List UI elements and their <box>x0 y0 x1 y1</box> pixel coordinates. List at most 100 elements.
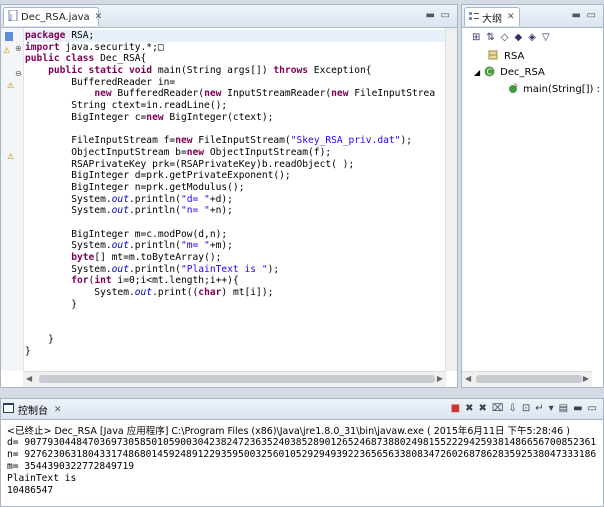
code-token: import <box>25 41 60 53</box>
scroll-right-icon[interactable]: ▶ <box>437 374 443 383</box>
view-menu-icon[interactable]: ▽ <box>542 32 550 43</box>
terminate-icon[interactable]: ■ <box>451 403 460 414</box>
code-line[interactable]: for(int i=0;i<mt.length;i++){ <box>25 275 445 287</box>
code-line[interactable]: System.out.println("n= "+n); <box>25 205 445 217</box>
code-editor[interactable]: package RSA; import java.security.*;□ publ… <box>25 30 445 369</box>
outline-tab[interactable]: 大纲 ✕ <box>464 7 520 26</box>
code-token: Exception{ <box>308 65 372 77</box>
code-token: InputStreamReader( <box>221 88 332 100</box>
hide-fields-icon[interactable]: ⊞ <box>472 32 480 43</box>
pin-console-icon[interactable]: ⊡ <box>522 403 530 414</box>
code-line[interactable] <box>25 322 445 334</box>
code-line[interactable]: public class Dec_RSA{ <box>25 53 445 65</box>
code-token: BigInteger(ctext); <box>163 111 274 123</box>
code-line[interactable]: ObjectInputStream b=new ObjectInputStrea… <box>25 147 445 159</box>
code-line[interactable]: } <box>25 299 445 311</box>
word-wrap-icon[interactable]: ↵ <box>535 403 543 414</box>
code-token: throws <box>273 65 309 77</box>
scroll-right-icon[interactable]: ▶ <box>583 374 589 383</box>
code-line[interactable]: String ctext=in.readLine(); <box>25 100 445 112</box>
outline-item-method[interactable]: S main(String[]) : <box>508 82 600 97</box>
code-line[interactable]: new BufferedReader(new InputStreamReader… <box>25 88 445 100</box>
chevron-down-icon[interactable]: ◢ <box>474 68 480 77</box>
outline-item-class[interactable]: ◢ C Dec_RSA <box>474 65 545 80</box>
scroll-thumb[interactable] <box>476 375 582 383</box>
console-output[interactable]: d= 9077930448470369730585010590030423824… <box>7 437 601 497</box>
code-token: RSA; <box>65 30 95 41</box>
code-line[interactable] <box>25 311 445 323</box>
code-token: +m); <box>209 240 233 252</box>
code-token: .println( <box>128 240 181 252</box>
code-token: ); <box>400 135 413 147</box>
code-line[interactable]: BufferedReader in= <box>25 77 445 89</box>
close-icon[interactable]: ✕ <box>54 405 62 415</box>
svg-text:J: J <box>9 13 12 21</box>
code-token: java.security.*; <box>59 41 158 53</box>
code-line[interactable]: BigInteger n=prk.getModulus(); <box>25 182 445 194</box>
minimize-icon[interactable]: ▬ <box>426 10 435 21</box>
code-line[interactable]: System.out.println("PlainText is "); <box>25 264 445 276</box>
code-line[interactable]: import java.security.*;□ <box>25 42 445 54</box>
close-icon[interactable]: ✕ <box>507 12 515 22</box>
code-token: RSAPrivateKey prk=(RSAPrivateKey)b.readO… <box>25 158 355 170</box>
code-line[interactable]: FileInputStream f=new FileInputStream("S… <box>25 135 445 147</box>
display-selected-icon[interactable]: ▤ <box>559 403 568 414</box>
code-line[interactable]: System.out.println("m= "+m); <box>25 240 445 252</box>
remove-all-icon[interactable]: ✖ <box>479 403 487 414</box>
code-line[interactable]: BigInteger m=c.modPow(d,n); <box>25 229 445 241</box>
code-token: ); <box>267 263 280 275</box>
code-token: "PlainText is " <box>180 263 268 275</box>
vertical-scrollbar[interactable] <box>445 28 457 371</box>
scroll-lock-icon[interactable]: ⇩ <box>508 403 516 414</box>
console-line: 10486547 <box>7 485 54 496</box>
clear-console-icon[interactable]: ⌧ <box>492 403 504 414</box>
maximize-icon[interactable]: ▭ <box>587 10 596 21</box>
outline-item-package[interactable]: RSA <box>488 49 524 64</box>
fold-expand-icon[interactable]: ⊕ <box>15 44 22 53</box>
code-token: public class <box>25 53 95 65</box>
code-line[interactable]: BigInteger c=new BigInteger(ctext); <box>25 112 445 124</box>
minimize-icon[interactable]: ▬ <box>572 10 581 21</box>
code-line[interactable]: System.out.println("d= "+d); <box>25 194 445 206</box>
horizontal-scrollbar[interactable]: ◀ ▶ <box>23 371 446 387</box>
code-token: "m= " <box>180 240 210 252</box>
editor-pane: J Dec_RSA.java ✕ ▬ ▭ ⊕ ⚠ ⊖ ⚠ ⚠ package R… <box>0 4 458 388</box>
scroll-left-icon[interactable]: ◀ <box>26 374 32 383</box>
code-line[interactable]: } <box>25 346 445 358</box>
code-line[interactable]: RSAPrivateKey prk=(RSAPrivateKey)b.readO… <box>25 159 445 171</box>
hide-nonpublic-icon[interactable]: ◆ <box>514 32 522 43</box>
code-line[interactable] <box>25 124 445 136</box>
code-token: BigInteger n=prk.getModulus(); <box>25 181 245 193</box>
scroll-thumb[interactable] <box>39 375 435 383</box>
maximize-icon[interactable]: ▭ <box>441 10 450 21</box>
console-tab-label: 控制台 <box>18 406 48 417</box>
outline-pane: 大纲 ✕ ▬ ▭ ⊞ ⇅ ◇ ◆ ◈ ▽ RSA ◢ C Dec_RSA S m… <box>461 4 604 388</box>
code-line[interactable]: package RSA; <box>25 30 445 42</box>
code-line[interactable]: System.out.print((char) mt[i]); <box>25 287 445 299</box>
code-line[interactable]: } <box>25 334 445 346</box>
code-line[interactable]: BigInteger d=prk.getPrivateExponent(); <box>25 170 445 182</box>
hide-local-types-icon[interactable]: ◈ <box>528 32 536 43</box>
outline-horizontal-scrollbar[interactable]: ◀ ▶ <box>462 371 592 387</box>
code-token: new <box>331 88 349 100</box>
console-tab[interactable]: 控制台 ✕ <box>3 402 62 417</box>
fold-collapse-icon[interactable]: ⊖ <box>15 69 22 78</box>
close-icon[interactable]: ✕ <box>95 12 103 22</box>
sort-icon[interactable]: ⇅ <box>486 32 494 43</box>
code-token: BigInteger d=prk.getPrivateExponent(); <box>25 170 291 182</box>
editor-ruler: ⊕ ⚠ ⊖ ⚠ ⚠ <box>1 28 24 371</box>
editor-tab-dec-rsa[interactable]: J Dec_RSA.java ✕ <box>3 7 102 26</box>
remove-launch-icon[interactable]: ✖ <box>465 403 473 414</box>
hide-static-icon[interactable]: ◇ <box>501 32 509 43</box>
scroll-left-icon[interactable]: ◀ <box>465 374 471 383</box>
open-console-icon[interactable]: ▾ <box>549 403 554 414</box>
code-token: "d= " <box>180 193 210 205</box>
method-icon: S <box>508 82 519 97</box>
code-line[interactable]: public static void main(String args[]) t… <box>25 65 445 77</box>
maximize-icon[interactable]: ▭ <box>588 403 597 414</box>
minimize-icon[interactable]: ▬ <box>573 403 582 414</box>
code-line[interactable]: byte[] mt=m.toByteArray(); <box>25 252 445 264</box>
code-line[interactable] <box>25 217 445 229</box>
code-token: i=0;i<mt.length;i++){ <box>111 275 239 287</box>
